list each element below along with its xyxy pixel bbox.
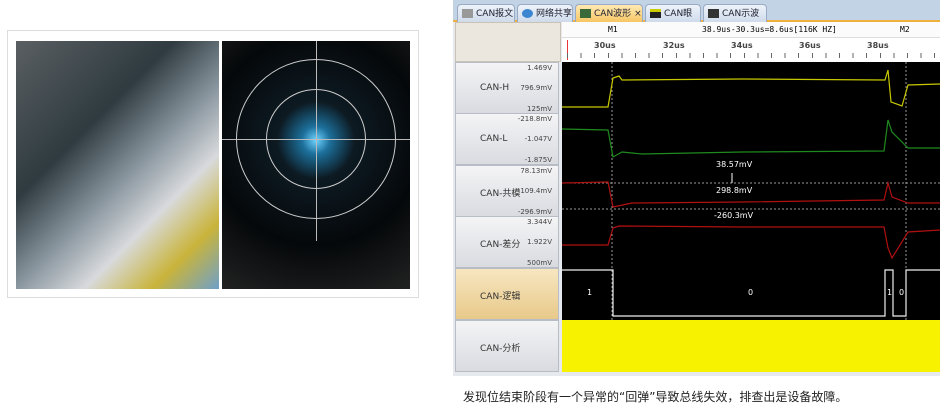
tab-network-share[interactable]: 网络共享 bbox=[517, 4, 573, 22]
waveform-icon bbox=[580, 9, 591, 18]
scale-bottom: 500mV bbox=[527, 259, 552, 267]
time-tick: 34us bbox=[731, 41, 753, 50]
marker-m1[interactable]: M1 bbox=[608, 25, 618, 34]
logic-bit: 1 bbox=[587, 288, 592, 297]
waveform-plot[interactable]: 38.57mV 298.8mV -260.3mV 1 0 1 0 bbox=[562, 62, 940, 320]
can-analyzer-window: CAN报文 网络共享 CAN波形 × CAN眼图 CAN示波器 M1 38.9u… bbox=[453, 0, 940, 376]
tab-can-waveform[interactable]: CAN波形 × bbox=[575, 4, 643, 22]
logic-bit: 0 bbox=[899, 288, 904, 297]
scale-mid: -1.047V bbox=[524, 135, 552, 143]
channel-name: CAN-差分 bbox=[480, 240, 521, 250]
annotation-lower: -260.3mV bbox=[714, 211, 754, 220]
channel-name: CAN-共模 bbox=[480, 189, 521, 199]
logic-bit: 1 bbox=[887, 288, 892, 297]
scale-mid: 796.9mV bbox=[520, 84, 552, 92]
marker-row: M1 38.9us-30.3us=8.6us[116K HZ] M2 bbox=[562, 22, 940, 38]
channel-name: CAN-H bbox=[480, 83, 510, 93]
time-tick: 36us bbox=[799, 41, 821, 50]
marker-m2[interactable]: M2 bbox=[900, 25, 910, 34]
tab-can-eye-diagram[interactable]: CAN眼图 bbox=[645, 4, 701, 37]
scale-bottom: -1.875V bbox=[524, 156, 552, 164]
tab-bar: CAN报文 网络共享 CAN波形 × CAN眼图 CAN示波器 bbox=[453, 0, 940, 37]
photo-radar-display bbox=[222, 41, 410, 289]
globe-icon bbox=[522, 9, 533, 18]
eye-diagram-icon bbox=[650, 9, 661, 18]
tab-can-messages[interactable]: CAN报文 bbox=[457, 4, 515, 22]
tab-can-oscilloscope[interactable]: CAN示波器 bbox=[703, 4, 767, 37]
tab-label: CAN报文 bbox=[476, 9, 514, 19]
trace-can-differential bbox=[562, 225, 940, 260]
channel-can-common-mode[interactable]: CAN-共模 78.13mV -109.4mV -296.9mV bbox=[455, 165, 559, 217]
channel-can-differential[interactable]: CAN-差分 3.344V 1.922V 500mV bbox=[455, 216, 559, 268]
scale-bottom: 125mV bbox=[527, 105, 552, 113]
time-ruler: 30us 32us 34us 36us 38us bbox=[562, 38, 940, 62]
marker-measurement: 38.9us-30.3us=8.6us[116K HZ] bbox=[702, 25, 837, 34]
photo-technician-with-device bbox=[16, 41, 219, 289]
time-tick: 30us bbox=[594, 41, 616, 50]
photo-panel bbox=[7, 30, 419, 298]
trace-can-l bbox=[562, 119, 940, 158]
scale-top: 1.469V bbox=[527, 64, 552, 72]
header-corner bbox=[455, 22, 561, 62]
channel-name: CAN-L bbox=[480, 134, 508, 144]
scale-bottom: -296.9mV bbox=[517, 208, 552, 216]
logic-bit: 0 bbox=[748, 288, 753, 297]
scale-mid: 1.922V bbox=[527, 238, 552, 246]
close-tab-icon[interactable]: × bbox=[634, 9, 642, 19]
channel-can-logic[interactable]: CAN-逻辑 bbox=[455, 268, 559, 320]
scale-top: 78.13mV bbox=[520, 167, 552, 175]
time-tick: 38us bbox=[867, 41, 889, 50]
channel-can-l[interactable]: CAN-L -218.8mV -1.047V -1.875V bbox=[455, 113, 559, 165]
time-tick: 32us bbox=[663, 41, 685, 50]
message-icon bbox=[462, 9, 473, 18]
channel-name: CAN-分析 bbox=[480, 344, 521, 354]
oscilloscope-icon bbox=[708, 9, 719, 18]
analysis-bar bbox=[562, 320, 940, 372]
scale-mid: -109.4mV bbox=[517, 187, 552, 195]
channel-can-analysis[interactable]: CAN-分析 bbox=[455, 320, 559, 372]
annotation-delta: 298.8mV bbox=[716, 186, 753, 195]
tab-label: 网络共享 bbox=[536, 9, 573, 19]
scale-top: -218.8mV bbox=[517, 115, 552, 123]
scale-top: 3.344V bbox=[527, 218, 552, 226]
annotation-upper: 38.57mV bbox=[716, 160, 753, 169]
tab-label: CAN波形 bbox=[594, 9, 632, 19]
caption: 发现位结束阶段有一个异常的“回弹”导致总线失效，排查出是设备故障。 bbox=[463, 390, 848, 404]
channel-can-h[interactable]: CAN-H 1.469V 796.9mV 125mV bbox=[455, 62, 559, 114]
trace-can-h bbox=[562, 69, 940, 108]
channel-name: CAN-逻辑 bbox=[480, 292, 521, 302]
